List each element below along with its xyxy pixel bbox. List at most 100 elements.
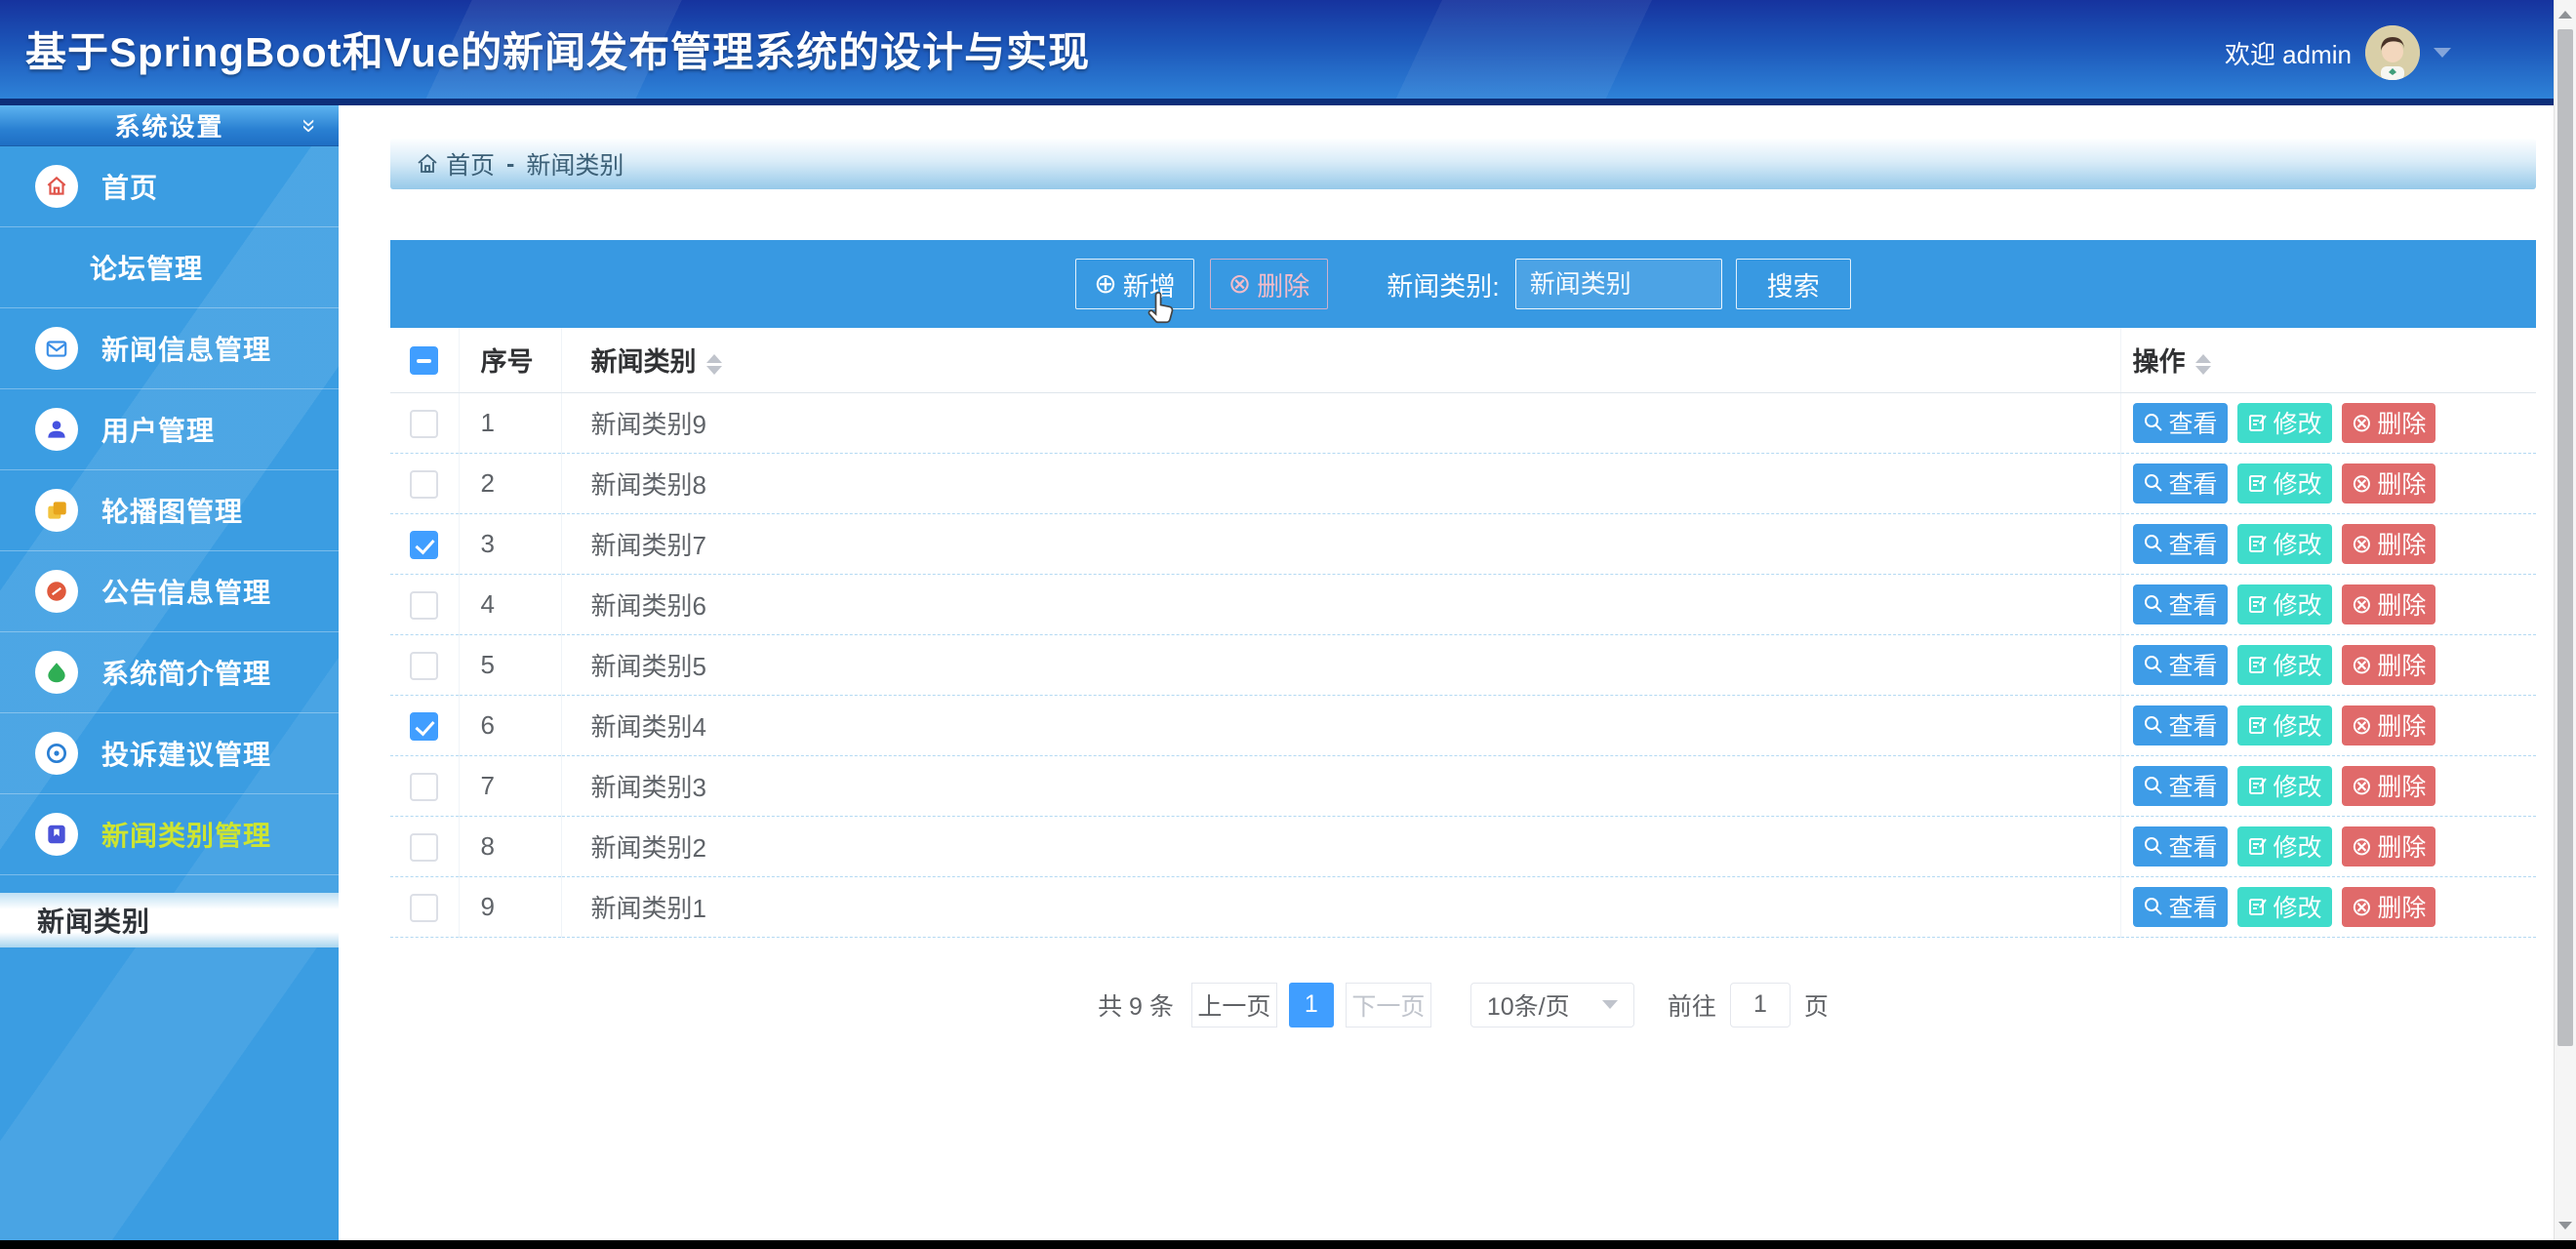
vertical-scrollbar[interactable] (2554, 0, 2576, 1240)
plus-circle-icon: ⊕ (1094, 270, 1116, 298)
sidebar-item-8[interactable]: 新闻类别管理 (0, 794, 339, 875)
delete-button[interactable]: ⊗ 删除 (2342, 584, 2436, 624)
view-button[interactable]: 查看 (2133, 524, 2228, 564)
edit-button[interactable]: 修改 (2237, 705, 2332, 745)
avatar[interactable] (2365, 25, 2420, 80)
column-header-actions: 操作 (2120, 328, 2536, 392)
edit-button-label: 修改 (2274, 889, 2322, 924)
edit-icon (2247, 896, 2269, 917)
delete-button[interactable]: ⊗ 删除 (2342, 524, 2436, 564)
view-button[interactable]: 查看 (2133, 584, 2228, 624)
page-title: 基于SpringBoot和Vue的新闻发布管理系统的设计与实现 (25, 20, 1090, 79)
row-checkbox[interactable] (410, 773, 438, 801)
delete-button[interactable]: ⊗ 删除 (2342, 705, 2436, 745)
delete-button[interactable]: ⊗ 删除 (2342, 887, 2436, 927)
pagination-total: 共 9 条 (1098, 987, 1174, 1023)
delete-selected-button[interactable]: ⊗ 删除 (1210, 259, 1328, 309)
row-index: 1 (459, 392, 561, 453)
sidebar-item-5[interactable]: 公告信息管理 (0, 551, 339, 632)
view-button[interactable]: 查看 (2133, 705, 2228, 745)
edit-button[interactable]: 修改 (2237, 766, 2332, 806)
select-all-checkbox[interactable] (410, 346, 438, 375)
edit-button[interactable]: 修改 (2237, 584, 2332, 624)
edit-button[interactable]: 修改 (2237, 524, 2332, 564)
row-checkbox[interactable] (410, 712, 438, 741)
edit-icon (2247, 714, 2269, 736)
add-button[interactable]: ⊕ 新增 (1075, 259, 1193, 309)
sidebar-subitem-news-category[interactable]: 新闻类别 (0, 893, 339, 947)
sidebar-item-6[interactable]: 系统简介管理 (0, 632, 339, 713)
sort-caret-icon[interactable] (2195, 354, 2211, 375)
circle-x-icon: ⊗ (1228, 270, 1251, 298)
edit-button[interactable]: 修改 (2237, 645, 2332, 685)
chevron-down-icon[interactable] (2434, 48, 2451, 58)
delete-button[interactable]: ⊗ 删除 (2342, 826, 2436, 866)
view-button[interactable]: 查看 (2133, 463, 2228, 504)
breadcrumb-separator: - (506, 150, 514, 179)
row-checkbox[interactable] (410, 470, 438, 499)
view-button-label: 查看 (2169, 707, 2218, 743)
prev-page-button[interactable]: 上一页 (1191, 983, 1277, 1027)
goto-suffix: 页 (1804, 987, 1829, 1023)
sort-caret-icon[interactable] (706, 354, 722, 375)
page-number-button[interactable]: 1 (1289, 983, 1334, 1027)
view-button[interactable]: 查看 (2133, 826, 2228, 866)
edit-button[interactable]: 修改 (2237, 887, 2332, 927)
sidebar-group-title: 系统设置 (114, 107, 223, 143)
row-checkbox[interactable] (410, 833, 438, 862)
row-checkbox[interactable] (410, 652, 438, 680)
chevron-down-icon (1602, 1000, 1618, 1009)
circle-x-icon: ⊗ (2352, 591, 2373, 617)
view-button[interactable]: 查看 (2133, 766, 2228, 806)
view-button[interactable]: 查看 (2133, 887, 2228, 927)
table-row: 2 新闻类别8 查看 修改 ⊗ 删除 (390, 453, 2536, 513)
sidebar-item-0[interactable]: 首页 (0, 146, 339, 227)
sidebar-group-header[interactable]: 系统设置 » (0, 105, 339, 146)
circle-x-icon: ⊗ (2352, 652, 2373, 677)
double-chevron-down-icon[interactable]: » (294, 119, 327, 133)
row-index: 9 (459, 876, 561, 937)
scroll-down-arrow-icon[interactable] (2555, 1213, 2576, 1238)
next-page-button[interactable]: 下一页 (1346, 983, 1431, 1027)
goto-page-input[interactable] (1730, 983, 1791, 1027)
sidebar-item-2[interactable]: 新闻信息管理 (0, 308, 339, 389)
edit-icon (2247, 412, 2269, 433)
row-checkbox[interactable] (410, 894, 438, 922)
search-input[interactable] (1515, 259, 1722, 309)
row-checkbox[interactable] (410, 410, 438, 438)
sidebar-item-3[interactable]: 用户管理 (0, 389, 339, 470)
circle-x-icon: ⊗ (2352, 773, 2373, 798)
delete-button-label: 删除 (2377, 828, 2426, 864)
breadcrumb-home[interactable]: 首页 (416, 146, 495, 181)
row-category: 新闻类别2 (561, 816, 2120, 876)
delete-button[interactable]: ⊗ 删除 (2342, 645, 2436, 685)
breadcrumb-current: 新闻类别 (526, 146, 624, 181)
carousel-icon (35, 489, 78, 532)
edit-button[interactable]: 修改 (2237, 463, 2332, 504)
edit-button-label: 修改 (2274, 465, 2322, 501)
delete-button[interactable]: ⊗ 删除 (2342, 403, 2436, 443)
view-button[interactable]: 查看 (2133, 403, 2228, 443)
row-checkbox[interactable] (410, 531, 438, 559)
user-menu[interactable]: 欢迎 admin (2225, 0, 2451, 105)
circle-x-icon: ⊗ (2352, 410, 2373, 435)
scrollbar-thumb[interactable] (2557, 29, 2573, 1046)
scroll-up-arrow-icon[interactable] (2555, 2, 2576, 27)
edit-button[interactable]: 修改 (2237, 403, 2332, 443)
delete-button[interactable]: ⊗ 删除 (2342, 463, 2436, 504)
category-icon (35, 813, 78, 856)
sidebar-item-7[interactable]: 投诉建议管理 (0, 713, 339, 794)
edit-button[interactable]: 修改 (2237, 826, 2332, 866)
row-checkbox[interactable] (410, 591, 438, 620)
search-button[interactable]: 搜索 (1736, 259, 1851, 309)
sidebar-item-4[interactable]: 轮播图管理 (0, 470, 339, 551)
sidebar-item-1[interactable]: 论坛管理 (0, 227, 339, 308)
sidebar-nav: 首页 论坛管理 新闻信息管理 用户管理 轮播图管理 公告信息管理 系统简介管理 … (0, 146, 339, 875)
delete-button-label: 删除 (2377, 526, 2426, 561)
page-size-select[interactable]: 10条/页 (1470, 983, 1634, 1027)
view-button-label: 查看 (2169, 647, 2218, 682)
app-header: 基于SpringBoot和Vue的新闻发布管理系统的设计与实现 欢迎 admin (0, 0, 2576, 105)
delete-button[interactable]: ⊗ 删除 (2342, 766, 2436, 806)
row-category: 新闻类别7 (561, 513, 2120, 574)
view-button[interactable]: 查看 (2133, 645, 2228, 685)
